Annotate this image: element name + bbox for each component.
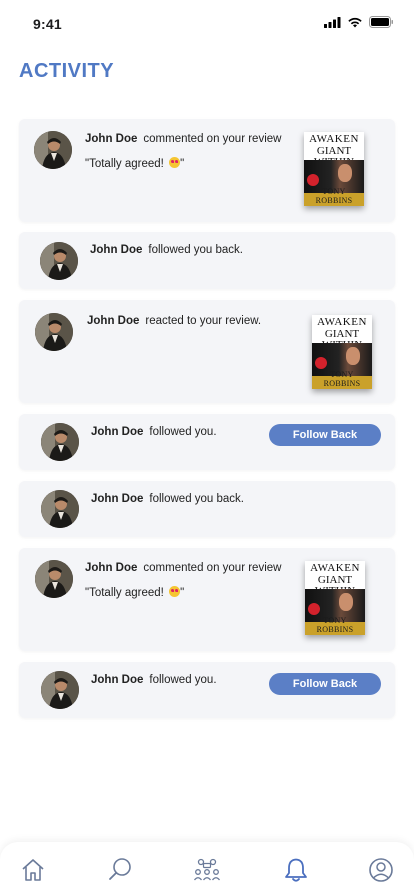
avatar[interactable]	[41, 423, 79, 461]
book-cover[interactable]: AWAKEN GIANT WITHIN TONY ROBBINS	[304, 132, 364, 206]
activity-text: John Doe commented on your review	[85, 133, 281, 145]
activity-action: followed you.	[149, 674, 217, 686]
avatar[interactable]	[35, 313, 73, 351]
activity-card[interactable]: John Doe followed you back.	[19, 232, 395, 289]
activity-action: reacted to your review.	[145, 315, 262, 327]
activity-text: John Doe followed you back.	[90, 244, 243, 256]
book-cover[interactable]: AWAKEN GIANT WITHIN TONY ROBBINS	[305, 561, 365, 635]
avatar[interactable]	[40, 242, 78, 280]
activity-text: John Doe followed you.	[91, 426, 217, 438]
tab-community[interactable]	[193, 856, 221, 884]
book-cover[interactable]: AWAKEN GIANT WITHIN TONY ROBBINS	[312, 315, 372, 389]
activity-card[interactable]: John Doe followed you back.	[19, 481, 395, 537]
user-name[interactable]: John Doe	[85, 133, 137, 145]
follow-back-button[interactable]: Follow Back	[269, 673, 381, 695]
user-name[interactable]: John Doe	[91, 493, 143, 505]
activity-action: followed you.	[149, 426, 217, 438]
activity-card[interactable]: John Doe followed you. Follow Back	[19, 662, 395, 718]
page-title: ACTIVITY	[19, 60, 115, 82]
bottom-tab-bar	[0, 842, 414, 896]
comment-text: "Totally agreed! "	[85, 586, 185, 599]
activity-text: John Doe reacted to your review.	[87, 315, 261, 327]
avatar[interactable]	[35, 560, 73, 598]
activity-action: followed you back.	[149, 493, 245, 505]
comment-text: "Totally agreed! "	[85, 157, 185, 170]
search-icon	[109, 858, 131, 880]
activity-text: John Doe commented on your review	[85, 562, 281, 574]
user-name[interactable]: John Doe	[85, 562, 137, 574]
home-icon	[22, 859, 44, 881]
status-bar: 9:41	[0, 0, 414, 48]
activity-card[interactable]: John Doe commented on your review "Totall…	[19, 119, 395, 222]
user-name[interactable]: John Doe	[90, 244, 142, 256]
heart-eyes-emoji	[169, 157, 181, 168]
activity-text: John Doe followed you back.	[91, 493, 244, 505]
user-name[interactable]: John Doe	[91, 426, 143, 438]
user-name[interactable]: John Doe	[91, 674, 143, 686]
tab-profile[interactable]	[367, 856, 395, 884]
avatar[interactable]	[34, 131, 72, 169]
tab-search[interactable]	[106, 856, 134, 884]
activity-action: commented on your review	[143, 133, 282, 145]
tab-home[interactable]	[19, 856, 47, 884]
profile-icon	[369, 858, 393, 882]
signal-icon	[324, 16, 341, 28]
status-time: 9:41	[33, 16, 62, 32]
bell-icon	[285, 858, 307, 882]
heart-eyes-emoji	[169, 586, 181, 597]
user-name[interactable]: John Doe	[87, 315, 139, 327]
battery-icon	[369, 16, 393, 28]
wifi-icon	[348, 17, 362, 27]
tab-notifications[interactable]	[282, 856, 310, 884]
activity-text: John Doe followed you.	[91, 674, 217, 686]
community-icon	[193, 858, 221, 881]
status-icons	[324, 16, 394, 28]
activity-action: commented on your review	[143, 562, 282, 574]
follow-back-button[interactable]: Follow Back	[269, 424, 381, 446]
avatar[interactable]	[41, 490, 79, 528]
activity-card[interactable]: John Doe reacted to your review. AWAKEN G…	[19, 300, 395, 403]
activity-card[interactable]: John Doe followed you. Follow Back	[19, 414, 395, 470]
activity-action: followed you back.	[148, 244, 244, 256]
avatar[interactable]	[41, 671, 79, 709]
activity-card[interactable]: John Doe commented on your review "Totall…	[19, 548, 395, 651]
